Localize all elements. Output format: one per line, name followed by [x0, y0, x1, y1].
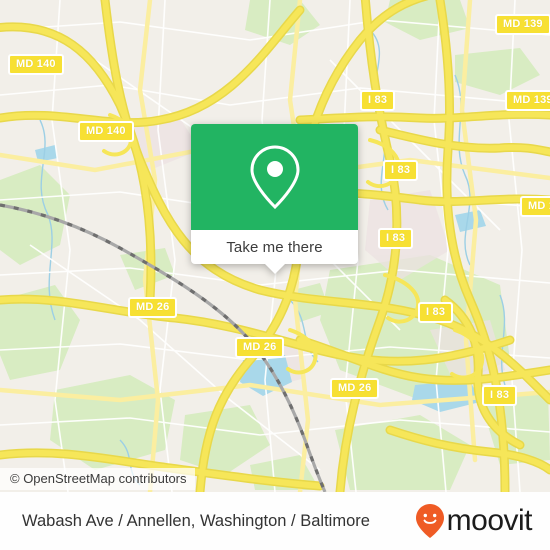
moovit-wordmark: moovit — [446, 504, 533, 537]
road-shield: I 83 — [383, 160, 419, 181]
callout-icon-area — [191, 124, 358, 230]
map-screen: MD 140 MD 139 I 83 MD 139 MD 140 I 83 MD… — [0, 0, 550, 550]
road-shield: MD 26 — [128, 297, 178, 318]
road-shield: I 83 — [378, 228, 414, 249]
road-shield: MD 139 — [505, 90, 550, 111]
page-title: Wabash Ave / Annellen, Washington / Balt… — [22, 511, 370, 530]
road-shield: I 83 — [418, 302, 454, 323]
osm-attribution[interactable]: © OpenStreetMap contributors — [0, 468, 195, 490]
map-pin-icon — [249, 145, 300, 210]
moovit-logo[interactable]: moovit — [415, 503, 533, 539]
callout-action-area[interactable]: Take me there — [191, 230, 358, 264]
callout-pointer — [263, 263, 286, 274]
take-me-there-callout[interactable]: Take me there — [191, 124, 358, 274]
callout-action-label: Take me there — [226, 238, 323, 256]
road-shield: MD 26 — [330, 378, 380, 399]
road-shield: I 83 — [482, 385, 518, 406]
road-shield: MD 26 — [235, 337, 285, 358]
road-shield: I 83 — [360, 90, 396, 111]
road-shield: MD 139 — [495, 14, 550, 35]
footer-bar: Wabash Ave / Annellen, Washington / Balt… — [0, 492, 550, 550]
road-shield: MD 140 — [8, 54, 64, 75]
road-shield: MD 1 — [520, 196, 550, 217]
moovit-pin-icon — [415, 504, 444, 538]
road-shield: MD 140 — [78, 121, 134, 142]
